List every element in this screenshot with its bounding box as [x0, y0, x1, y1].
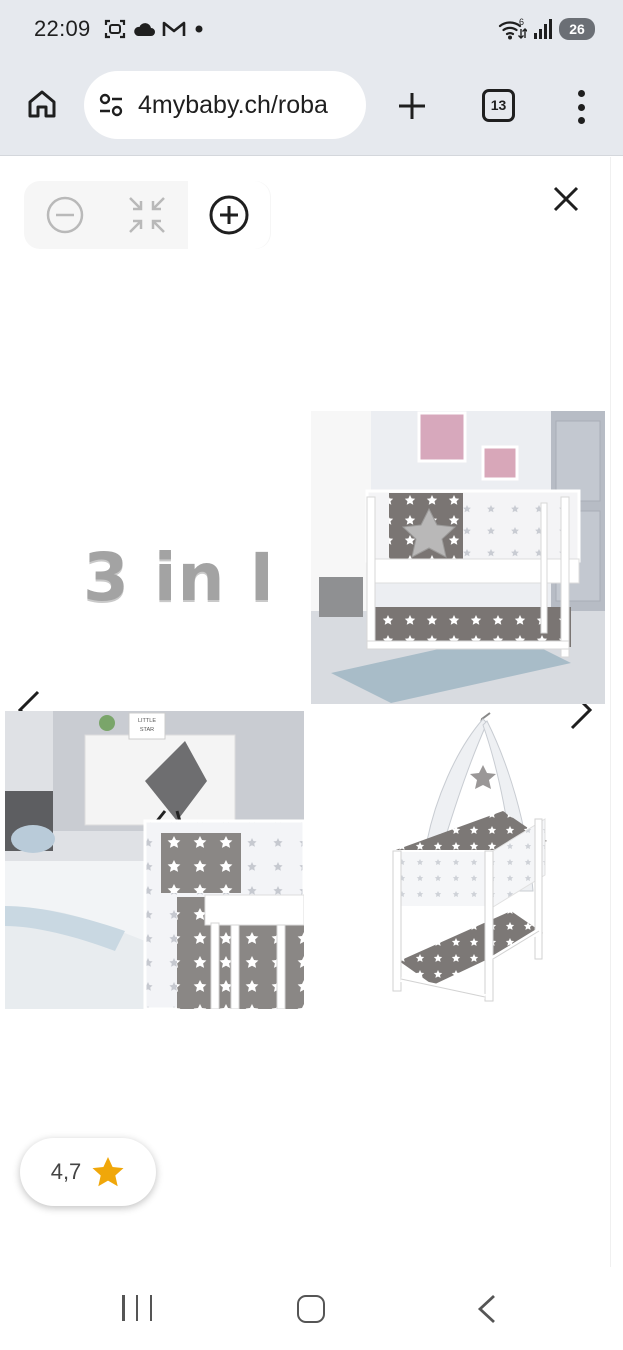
tab-switcher-button[interactable]: 13	[482, 89, 515, 122]
plus-icon	[399, 93, 425, 119]
product-image-collage: 3 in I LITTLE STAR	[5, 411, 605, 1011]
collage-caption: 3 in I	[83, 539, 276, 616]
crib-canopy-illustration	[375, 711, 555, 1003]
home-button[interactable]	[22, 84, 62, 124]
recent-apps-button[interactable]	[122, 1295, 152, 1321]
zoom-out-button[interactable]	[24, 181, 106, 249]
zoom-out-icon	[46, 196, 84, 234]
zoom-controls	[24, 181, 271, 249]
dot-icon	[195, 25, 203, 33]
menu-dot	[577, 103, 585, 111]
recents-bar	[135, 1295, 139, 1321]
signal-icon	[534, 19, 552, 39]
status-bar: 22:09 6 26	[0, 0, 623, 58]
menu-dot	[577, 117, 585, 124]
back-system-button[interactable]	[474, 1293, 498, 1325]
zoom-in-button[interactable]	[188, 181, 270, 249]
status-icons-left	[104, 16, 206, 42]
crib-room-illustration	[311, 411, 605, 704]
rating-badge[interactable]: 4,7	[20, 1138, 156, 1206]
browser-toolbar: 4mybaby.ch/roba 13	[0, 68, 623, 144]
gmail-icon	[162, 21, 186, 36]
status-icons-right: 6 26	[497, 15, 595, 43]
system-navigation-bar	[0, 1267, 623, 1350]
home-system-button[interactable]	[297, 1295, 325, 1323]
crib-canopy-photo	[375, 711, 555, 1003]
status-time: 22:09	[34, 16, 91, 41]
wifi-icon: 6	[498, 17, 527, 40]
url-text: 4mybaby.ch/roba	[138, 90, 328, 119]
new-tab-button[interactable]	[392, 88, 432, 124]
zoom-in-icon	[209, 195, 249, 235]
svg-text:6: 6	[519, 17, 524, 27]
cloud-icon	[134, 23, 155, 36]
crib-bedside-illustration: LITTLE STAR	[5, 711, 304, 1009]
browser-chrome: 22:09 6 26 4mybaby.ch/roba 13	[0, 0, 623, 156]
recents-bar	[149, 1295, 152, 1321]
collapse-icon	[129, 197, 165, 233]
page-scrollbar[interactable]	[610, 157, 623, 1267]
close-viewer-button[interactable]	[550, 183, 582, 215]
home-icon	[28, 90, 56, 118]
crib-bedside-photo: LITTLE STAR	[5, 711, 304, 1009]
fit-to-screen-button[interactable]	[106, 181, 188, 249]
rating-value: 4,7	[50, 1159, 82, 1184]
star-icon	[92, 1157, 124, 1187]
close-icon	[553, 186, 579, 212]
overflow-menu-button[interactable]	[568, 88, 594, 126]
crib-room-photo	[311, 411, 605, 704]
lightbox-text-2: STAR	[140, 727, 154, 733]
address-bar[interactable]: 4mybaby.ch/roba	[84, 71, 366, 139]
menu-dot	[577, 90, 585, 97]
image-viewer: 3 in I LITTLE STAR	[0, 157, 610, 1267]
lightbox-text-1: LITTLE	[138, 718, 156, 724]
screenshot-icon	[104, 19, 126, 39]
site-settings-icon[interactable]	[98, 92, 124, 118]
battery-indicator: 26	[559, 18, 595, 40]
recents-bar	[122, 1295, 125, 1321]
